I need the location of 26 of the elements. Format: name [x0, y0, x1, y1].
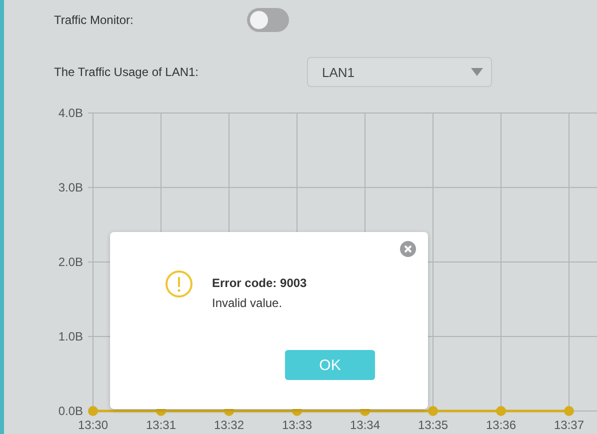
x-axis-label: 13:31 — [146, 418, 176, 432]
warning-icon — [165, 270, 193, 298]
x-axis-label: 13:35 — [418, 418, 448, 432]
y-axis-label: 4.0B — [58, 106, 83, 120]
traffic-monitor-toggle[interactable] — [247, 8, 289, 32]
y-axis-label: 1.0B — [58, 330, 83, 344]
close-icon[interactable] — [400, 241, 416, 257]
data-point — [564, 406, 574, 416]
data-point — [496, 406, 506, 416]
y-axis-label: 3.0B — [58, 180, 83, 194]
x-axis-label: 13:32 — [214, 418, 244, 432]
x-axis-label: 13:30 — [78, 418, 108, 432]
traffic-monitor-label: Traffic Monitor: — [54, 13, 134, 27]
x-axis-label: 13:37 — [554, 418, 584, 432]
y-axis-label: 2.0B — [58, 255, 83, 269]
x-axis-label: 13:33 — [282, 418, 312, 432]
lan-select[interactable]: LAN1 — [307, 57, 492, 87]
x-axis-label: 13:36 — [486, 418, 516, 432]
x-axis-label: 13:34 — [350, 418, 380, 432]
traffic-usage-label: The Traffic Usage of LAN1: — [54, 65, 200, 79]
error-title: Error code: 9003 — [212, 276, 307, 290]
data-point — [428, 406, 438, 416]
data-point — [88, 406, 98, 416]
y-axis-label: 0.0B — [58, 404, 83, 418]
error-message: Invalid value. — [212, 296, 282, 310]
caret-icon — [471, 68, 483, 76]
